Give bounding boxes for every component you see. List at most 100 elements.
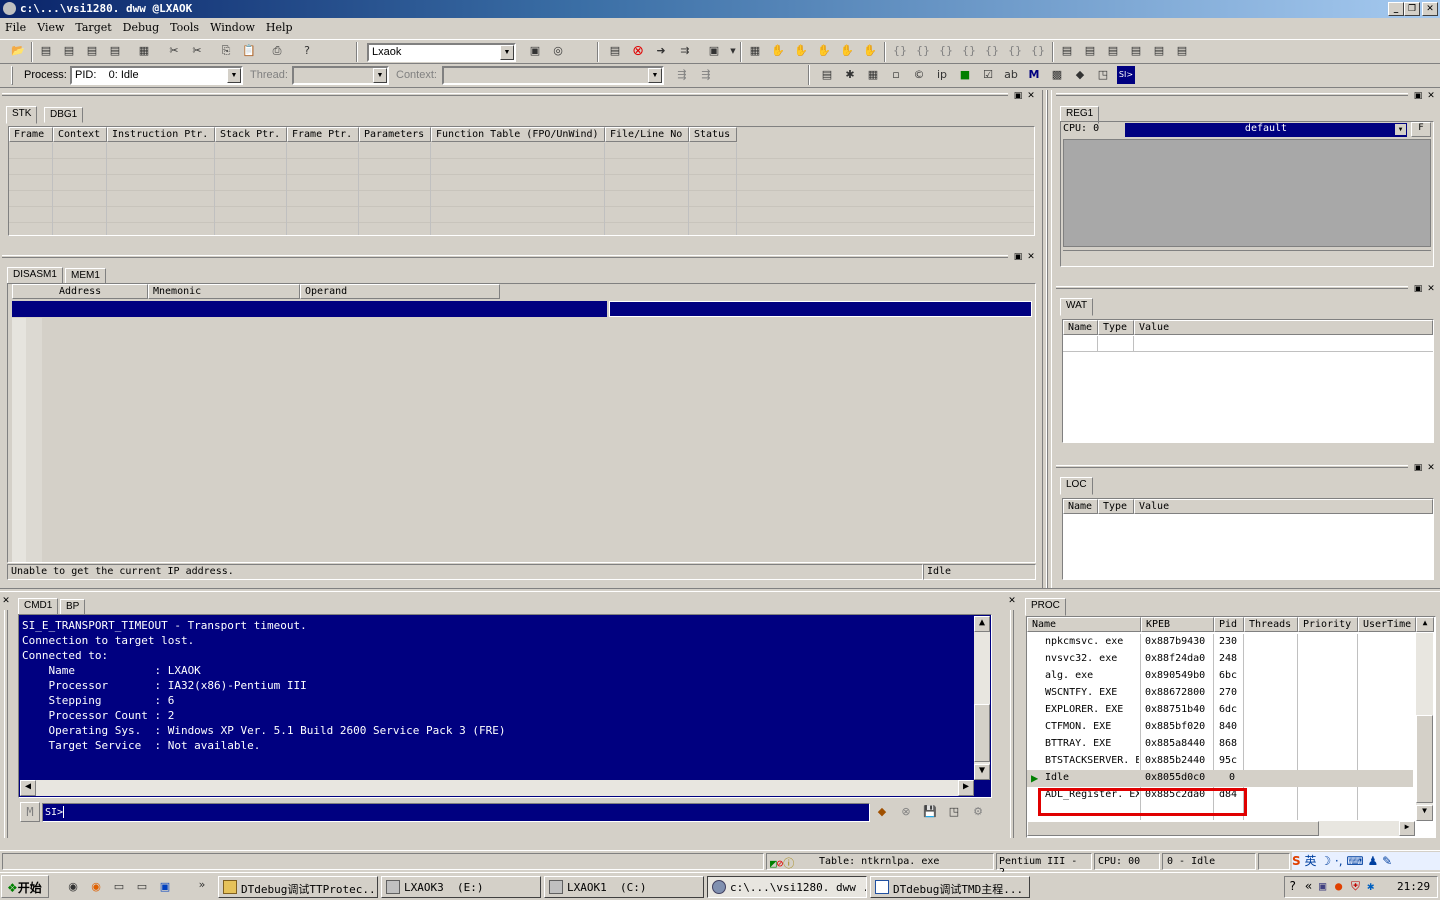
thread-combo[interactable]: ▼ xyxy=(292,66,389,85)
task-lxaok1[interactable]: LXAOK1 (C:) xyxy=(544,876,704,898)
task-dtdebug-tmd[interactable]: DTdebug调试TMD主程... xyxy=(870,876,1030,898)
col-value[interactable]: Value xyxy=(1134,499,1433,514)
moon-icon[interactable]: ☽ xyxy=(1320,854,1331,868)
chevron-down-icon[interactable]: ▼ xyxy=(1395,124,1406,135)
hand-icon[interactable]: ✋ xyxy=(861,42,879,60)
col-frame[interactable]: Frame xyxy=(9,127,53,142)
proc-vscrollbar[interactable]: ▼ xyxy=(1416,633,1433,821)
col-mnemonic[interactable]: Mnemonic xyxy=(148,284,300,299)
user-icon[interactable]: ♟ xyxy=(1368,854,1379,868)
desktop-icon[interactable]: ▭ xyxy=(110,878,128,896)
process-row[interactable]: alg. exe 0x890549b0 6bc xyxy=(1027,668,1413,685)
process-row[interactable]: npkcmsvc. exe 0x887b9430 230 xyxy=(1027,634,1413,651)
tag-icon[interactable]: ◆ xyxy=(1071,66,1089,84)
col-threads[interactable]: Threads xyxy=(1244,617,1298,632)
chevron-left-icon[interactable]: « xyxy=(1305,879,1312,893)
print-icon[interactable]: ⎙ xyxy=(268,42,286,60)
tab-wat[interactable]: WAT xyxy=(1060,298,1094,316)
maximize-icon[interactable]: ▣ xyxy=(1413,464,1423,474)
close-icon[interactable]: ✕ xyxy=(1426,92,1436,102)
attach-icon[interactable]: ⇶ xyxy=(673,66,691,84)
col-frame-ptr[interactable]: Frame Ptr. xyxy=(287,127,359,142)
network-icon[interactable]: ▣ xyxy=(1319,879,1326,893)
delete-icon[interactable]: ✂ xyxy=(188,42,206,60)
quicklaunch-icon[interactable]: ◉ xyxy=(64,878,82,896)
symbols-icon[interactable]: ✱ xyxy=(841,66,859,84)
close-icon[interactable]: ✕ xyxy=(1026,92,1036,102)
workspace-new-icon[interactable]: ▤ xyxy=(37,42,55,60)
tab-dbg1[interactable]: DBG1 xyxy=(44,107,84,123)
keyboard-icon[interactable]: ⌨ xyxy=(1346,854,1363,868)
process-row[interactable]: CTFMON. EXE 0x885bf020 840 xyxy=(1027,719,1413,736)
col-context[interactable]: Context xyxy=(53,127,107,142)
command-input[interactable]: SI> xyxy=(42,803,870,822)
task-dtdebug-ttprotect[interactable]: DTdebug调试TTProtec... xyxy=(218,876,378,898)
cmd-vscrollbar[interactable]: ▲ ▼ xyxy=(974,616,990,780)
menu-debug[interactable]: Debug xyxy=(118,19,166,34)
selected-line-right[interactable] xyxy=(609,301,1032,317)
col-stack-ptr[interactable]: Stack Ptr. xyxy=(215,127,287,142)
module-icon[interactable]: ▤ xyxy=(818,66,836,84)
check-icon[interactable]: ☑ xyxy=(979,66,997,84)
scroll-thumb[interactable] xyxy=(1027,821,1319,836)
close-icon[interactable]: ✕ xyxy=(1426,285,1436,295)
ime-toolbar[interactable]: S 英 ☽ ·, ⌨ ♟ ✎ xyxy=(1292,852,1440,870)
save-icon[interactable]: 💾 xyxy=(921,803,939,821)
process-row[interactable]: BTSTACKSERVER. E 0x885b2440 95c xyxy=(1027,753,1413,770)
process-row[interactable]: WSCNTFY. EXE 0x88672800 270 xyxy=(1027,685,1413,702)
col-type[interactable]: Type xyxy=(1098,499,1134,514)
cut-icon[interactable]: ✂ xyxy=(165,42,183,60)
process-row[interactable]: ▶ Idle 0x8055d0c0 0 xyxy=(1027,770,1413,787)
tab-stk[interactable]: STK xyxy=(6,106,38,124)
col-name[interactable]: Name xyxy=(1063,499,1098,514)
memory-window-icon[interactable]: ▤ xyxy=(1081,42,1099,60)
media-player-icon[interactable]: ◉ xyxy=(87,878,105,896)
workspace-save-icon[interactable]: ▤ xyxy=(83,42,101,60)
chevron-down-icon[interactable]: ▼ xyxy=(373,68,387,83)
step-icon[interactable]: {} xyxy=(1006,42,1024,60)
scroll-left-icon[interactable]: ◀ xyxy=(20,780,36,796)
chevron-down-icon[interactable]: ▼ xyxy=(648,68,662,83)
step-icon[interactable]: {} xyxy=(983,42,1001,60)
scroll-up-icon[interactable]: ▲ xyxy=(974,616,990,632)
step-arrow-icon[interactable]: ➜ xyxy=(652,42,670,60)
close-button[interactable]: ✕ xyxy=(1422,2,1438,16)
menu-tools[interactable]: Tools xyxy=(165,19,205,34)
menu-window[interactable]: Window xyxy=(205,19,261,34)
menu-file[interactable]: File xyxy=(0,19,32,34)
window-icon[interactable]: ▣ xyxy=(705,42,723,60)
col-pid[interactable]: Pid xyxy=(1214,617,1244,632)
process-row[interactable]: nvsvc32. exe 0x88f24da0 248 xyxy=(1027,651,1413,668)
tab-bp[interactable]: BP xyxy=(60,599,86,615)
notes-icon[interactable]: ▦ xyxy=(135,42,153,60)
maximize-icon[interactable]: ▣ xyxy=(1413,285,1423,295)
green-icon[interactable]: ■ xyxy=(956,66,974,84)
help-icon[interactable]: ? xyxy=(298,42,316,60)
col-priority[interactable]: Priority xyxy=(1298,617,1358,632)
scroll-down-icon[interactable]: ▼ xyxy=(1416,805,1433,821)
selected-line-left[interactable] xyxy=(12,301,607,317)
start-button[interactable]: ❖开始 xyxy=(1,875,49,898)
close-icon[interactable]: ✕ xyxy=(1007,597,1017,607)
col-status[interactable]: Status xyxy=(689,127,737,142)
settings-gear-icon[interactable]: ⚙ xyxy=(969,803,987,821)
close-icon[interactable]: ✕ xyxy=(1026,253,1036,263)
maximize-icon[interactable]: ▣ xyxy=(1013,253,1023,263)
help-icon[interactable]: ? xyxy=(1289,879,1296,893)
go-icon[interactable]: ▤ xyxy=(606,42,624,60)
macro-icon[interactable]: M xyxy=(20,802,40,822)
step-into-icon[interactable]: {} xyxy=(891,42,909,60)
minimize-button[interactable]: _ xyxy=(1388,2,1404,16)
stack-window-icon[interactable]: ▤ xyxy=(1150,42,1168,60)
app-gear-icon[interactable] xyxy=(3,2,16,15)
scroll-down-icon[interactable]: ▼ xyxy=(974,764,990,780)
hand-icon[interactable]: ✋ xyxy=(792,42,810,60)
breakpoint-icon[interactable]: ▦ xyxy=(746,42,764,60)
window-icon[interactable]: ▭ xyxy=(133,878,151,896)
punct-icon[interactable]: ·, xyxy=(1335,854,1343,868)
col-file-line[interactable]: File/Line No xyxy=(605,127,689,142)
context-combo[interactable]: ▼ xyxy=(442,66,664,85)
sogou-icon[interactable]: S xyxy=(1292,854,1301,868)
proc-hscrollbar[interactable]: ▶ xyxy=(1027,821,1415,836)
workspace-open-icon[interactable]: ▤ xyxy=(60,42,78,60)
